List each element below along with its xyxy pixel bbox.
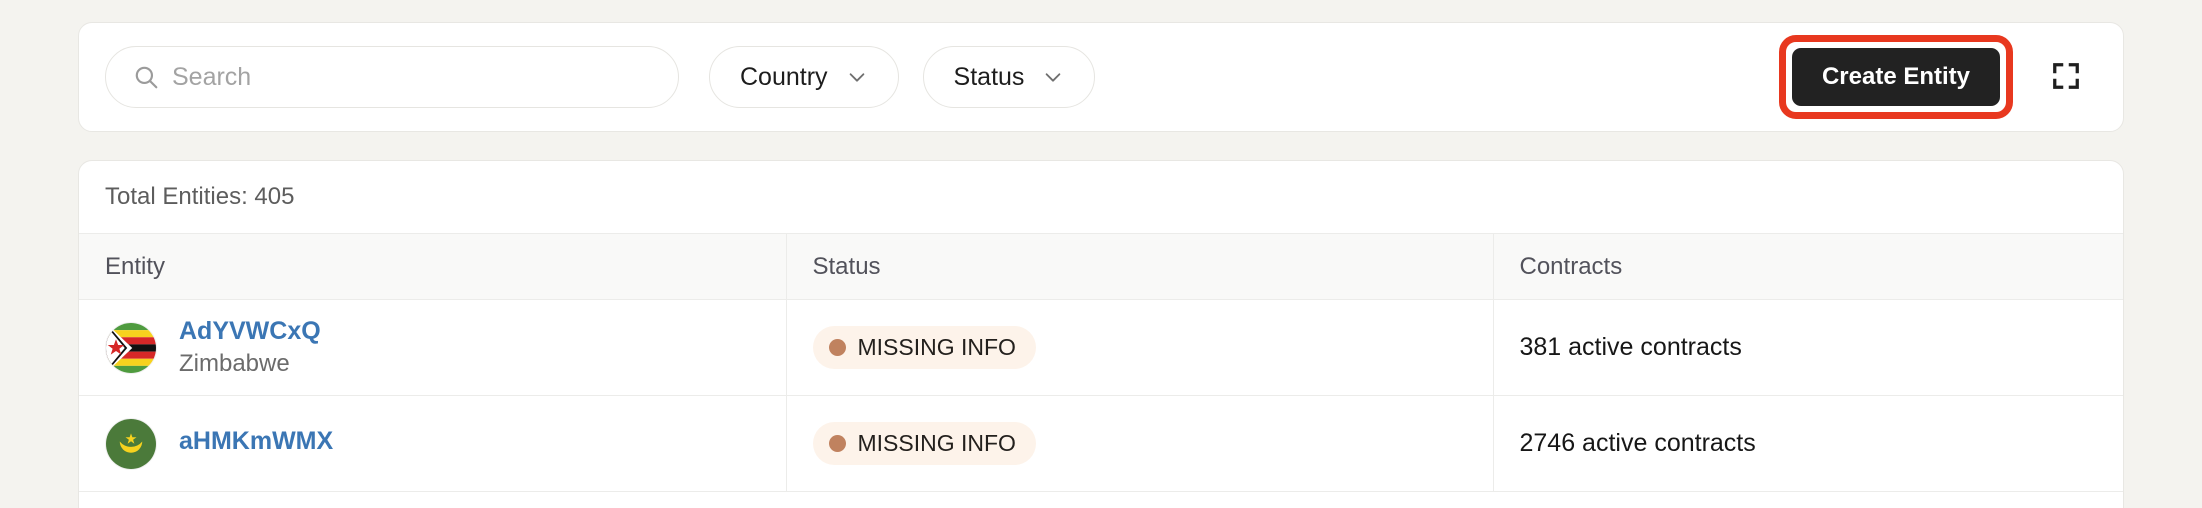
contracts-count: 2746 active contracts [1519, 429, 1756, 457]
status-cell: MISSING INFO [786, 395, 1494, 492]
entity-country: Zimbabwe [179, 350, 290, 378]
expand-fullscreen-button[interactable] [2035, 46, 2097, 108]
create-entity-highlight: Create Entity [1778, 35, 2013, 119]
entity-link[interactable]: aHMKmWMX [179, 427, 333, 456]
status-badge-label: MISSING INFO [857, 334, 1016, 360]
entities-table: Entity Status Contracts AdYVWCxQ Zimbabw… [79, 233, 2123, 492]
total-entities-label: Total Entities: 405 [105, 183, 295, 210]
status-dot-icon [828, 339, 846, 356]
column-header-entity[interactable]: Entity [79, 233, 787, 300]
filter-toolbar: Country Status Create Entity [78, 22, 2124, 132]
status-badge: MISSING INFO [812, 326, 1036, 369]
chevron-down-icon [1042, 66, 1064, 88]
table-header-row: Entity Status Contracts [79, 233, 2123, 300]
status-dot-icon [828, 435, 846, 452]
zimbabwe-flag-icon [105, 321, 157, 374]
table-row[interactable]: AdYVWCxQ Zimbabwe MISSING INFO 381 activ… [79, 299, 2123, 396]
table-header: Entity Status Contracts [79, 233, 2123, 300]
entity-cell: AdYVWCxQ Zimbabwe [79, 299, 787, 396]
filter-country-label: Country [740, 62, 828, 91]
table-body: AdYVWCxQ Zimbabwe MISSING INFO 381 activ… [79, 299, 2123, 492]
contracts-cell: 381 active contracts [1493, 299, 2123, 396]
entities-page: Country Status Create Entity [0, 0, 2202, 508]
status-badge: MISSING INFO [812, 422, 1036, 465]
contracts-cell: 2746 active contracts [1493, 395, 2123, 492]
column-header-status[interactable]: Status [786, 233, 1494, 300]
chevron-down-icon [846, 66, 868, 88]
toolbar-actions: Create Entity [1778, 35, 2097, 119]
filter-status-dropdown[interactable]: Status [922, 46, 1096, 108]
status-badge-label: MISSING INFO [857, 430, 1016, 456]
column-header-contracts[interactable]: Contracts [1493, 233, 2123, 300]
entities-table-card: Total Entities: 405 Entity Status Contra… [78, 160, 2124, 508]
contracts-count: 381 active contracts [1519, 333, 1742, 361]
filter-country-dropdown[interactable]: Country [709, 46, 899, 108]
create-entity-button[interactable]: Create Entity [1791, 48, 2000, 106]
search-input[interactable] [105, 46, 679, 108]
mauritania-flag-icon [105, 417, 157, 470]
entity-cell: aHMKmWMX [79, 395, 787, 492]
filter-status-label: Status [953, 62, 1025, 91]
search-field-wrapper [105, 46, 679, 108]
status-cell: MISSING INFO [786, 299, 1494, 396]
entity-link[interactable]: AdYVWCxQ [179, 317, 321, 346]
table-row[interactable]: aHMKmWMX MISSING INFO 2746 active contra… [79, 395, 2123, 492]
expand-fullscreen-icon [2051, 61, 2081, 94]
